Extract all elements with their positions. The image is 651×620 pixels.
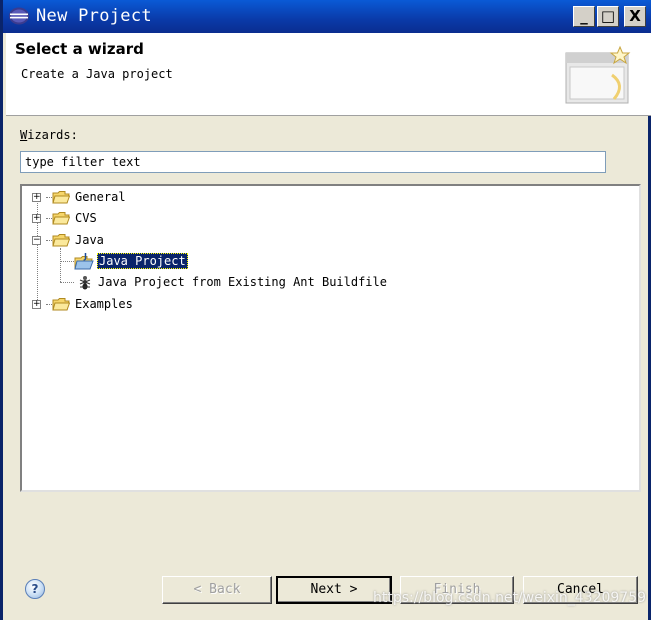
- wizard-header: Select a wizard Create a Java project: [6, 33, 651, 116]
- svg-text:J: J: [83, 252, 87, 261]
- tree-item-java[interactable]: Java: [75, 231, 104, 250]
- back-button[interactable]: < Back: [162, 576, 272, 604]
- expand-toggle[interactable]: +: [32, 193, 41, 202]
- tree-item-examples[interactable]: Examples: [75, 295, 133, 314]
- help-icon[interactable]: ?: [25, 579, 45, 599]
- folder-icon: [52, 191, 70, 204]
- expand-toggle[interactable]: +: [32, 300, 41, 309]
- new-wizard-banner-icon: [565, 45, 631, 104]
- java-project-icon: J: [74, 252, 94, 270]
- page-title: Select a wizard: [15, 40, 144, 58]
- collapse-toggle[interactable]: −: [32, 236, 41, 245]
- folder-open-icon: [52, 234, 70, 247]
- maximize-button[interactable]: □: [597, 6, 619, 27]
- new-project-window: New Project _ □ X Select a wizard Create…: [0, 0, 651, 620]
- eclipse-icon: [9, 7, 29, 25]
- selected-item-label: Java Project: [97, 253, 188, 269]
- filter-input[interactable]: type filter text: [20, 151, 606, 173]
- window-title: New Project: [36, 6, 152, 26]
- tree-item-java-project[interactable]: Java Project: [97, 252, 188, 271]
- folder-icon: [52, 298, 70, 311]
- tree-connector-line: [60, 248, 61, 282]
- watermark-text: https://blog.csdn.net/weixin_43209759: [373, 590, 647, 606]
- tree-connector-line: [60, 282, 74, 283]
- expand-toggle[interactable]: +: [32, 214, 41, 223]
- folder-icon: [52, 212, 70, 225]
- tree-connector-line: [60, 261, 74, 262]
- tree-item-java-project-ant[interactable]: Java Project from Existing Ant Buildfile: [98, 273, 387, 292]
- minimize-button[interactable]: _: [573, 6, 595, 27]
- title-bar[interactable]: New Project _ □ X: [3, 0, 651, 33]
- tree-item-cvs[interactable]: CVS: [75, 209, 97, 228]
- ant-icon: [79, 276, 91, 290]
- tree-item-general[interactable]: General: [75, 188, 126, 207]
- wizards-label: Wizards:: [20, 128, 78, 142]
- close-button[interactable]: X: [624, 6, 646, 27]
- wizard-tree[interactable]: + General + CVS − Java J Java Project Ja…: [20, 184, 641, 492]
- page-description: Create a Java project: [21, 67, 173, 81]
